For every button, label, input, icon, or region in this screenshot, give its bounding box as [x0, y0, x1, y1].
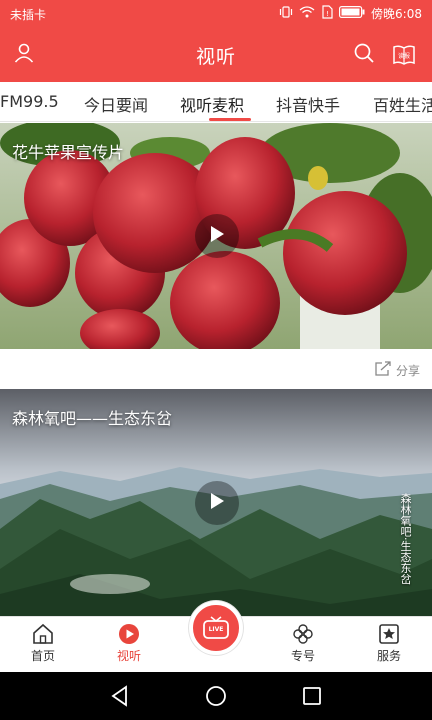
tab-fm[interactable]: FM99.5 — [0, 92, 59, 111]
active-tab-indicator — [209, 118, 251, 121]
nav-home-label: 首页 — [30, 649, 55, 663]
play-circle-icon — [99, 623, 159, 645]
video-title: 森林氧吧——生态东岔 — [12, 409, 173, 428]
tab-life[interactable]: 百姓生活 — [373, 92, 432, 116]
tab-douyin[interactable]: 抖音快手 — [276, 92, 340, 116]
play-button[interactable] — [195, 481, 239, 525]
wifi-icon — [299, 5, 315, 22]
newspaper-icon-text: 读报 — [397, 53, 410, 60]
play-icon — [209, 225, 225, 247]
recents-icon — [300, 687, 324, 712]
svg-text:!: ! — [326, 10, 329, 18]
nav-special-label: 专号 — [290, 649, 315, 663]
video-title: 花牛苹果宣传片 — [12, 143, 125, 162]
live-label: LIVE — [208, 626, 224, 633]
home-circle-icon — [204, 686, 228, 712]
nav-home[interactable]: 首页 — [13, 623, 73, 664]
search-button[interactable] — [350, 41, 378, 69]
newspaper-button[interactable]: 读报 — [390, 41, 418, 69]
status-right: ! 傍晚6:08 — [279, 5, 422, 22]
battery-icon — [339, 6, 365, 21]
tab-news[interactable]: 今日要闻 — [84, 92, 148, 116]
nav-special[interactable]: 专号 — [273, 623, 333, 664]
back-button[interactable] — [108, 684, 132, 708]
back-icon — [108, 685, 132, 712]
search-icon — [353, 42, 375, 68]
tab-video[interactable]: 视听麦积 — [180, 92, 244, 116]
share-label: 分享 — [395, 364, 420, 378]
vertical-caption: 森林氧吧·生态东岔 — [399, 493, 412, 585]
share-button[interactable]: 分享 — [374, 361, 420, 380]
nav-service-label: 服务 — [376, 649, 401, 663]
app-header: 视听 读报 — [0, 28, 432, 82]
recents-button[interactable] — [300, 684, 324, 708]
sim-icon: ! — [321, 5, 333, 22]
bottom-navigation: 首页 视听 LIVE 专号 服务 — [0, 601, 432, 672]
newspaper-icon: 读报 — [392, 44, 416, 66]
star-bookmark-icon — [359, 623, 419, 645]
nav-video-label: 视听 — [116, 649, 141, 663]
home-system-button[interactable] — [204, 684, 228, 708]
video-card-apple[interactable]: 花牛苹果宣传片 — [0, 123, 432, 349]
live-button[interactable]: LIVE — [189, 601, 243, 655]
flower-icon — [273, 623, 333, 645]
play-icon — [209, 492, 225, 514]
clock-text: 傍晚6:08 — [371, 7, 422, 21]
tv-icon: LIVE — [202, 616, 230, 640]
carrier-text: 未插卡 — [10, 8, 47, 22]
nav-video[interactable]: 视听 — [99, 623, 159, 664]
system-nav-bar — [0, 672, 432, 720]
share-icon — [374, 361, 392, 380]
vibrate-icon — [279, 5, 293, 22]
share-row: 分享 — [0, 349, 432, 389]
video-card-forest[interactable]: 森林氧吧——生态东岔 森林氧吧·生态东岔 — [0, 389, 432, 616]
play-button[interactable] — [195, 214, 239, 258]
category-tabs: FM99.5 今日要闻 视听麦积 抖音快手 百姓生活 — [0, 82, 432, 122]
status-bar: 未插卡 ! 傍晚6:08 — [0, 0, 432, 28]
home-icon — [13, 623, 73, 645]
nav-service[interactable]: 服务 — [359, 623, 419, 664]
